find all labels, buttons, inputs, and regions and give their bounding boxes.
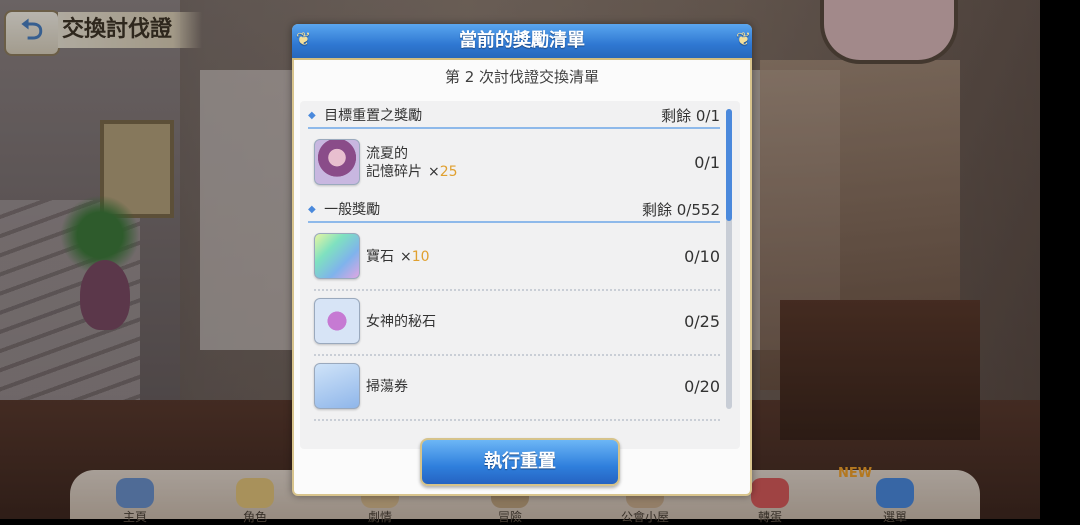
diamond-bullet-icon: ◆ <box>308 110 316 121</box>
reward-list[interactable]: ◆ 目標重置之獎勵 剩餘 0/1 流夏的 記憶碎片 ×25 0/1 ◆ 一般獎勵 … <box>300 101 740 449</box>
dialog-subtitle: 第 2 次討伐證交換清單 <box>444 68 600 86</box>
item-quantity: 10 <box>411 249 430 265</box>
corner-ornament-icon: ❦ <box>296 29 312 50</box>
item-name: 流夏的 記憶碎片 ×25 <box>366 146 458 180</box>
item-count: 0/10 <box>684 247 720 266</box>
list-item: 流夏的 記憶碎片 ×25 0/1 <box>308 135 720 191</box>
item-count: 0/20 <box>684 377 720 396</box>
jewel-icon[interactable] <box>314 233 360 279</box>
reward-list-dialog: ❦ 當前的獎勵清單 ❦ 第 2 次討伐證交換清單 ◆ 目標重置之獎勵 剩餘 0/… <box>292 24 752 496</box>
item-count: 0/25 <box>684 312 720 331</box>
screen-edge <box>1040 0 1080 519</box>
sweep-ticket-icon[interactable] <box>314 363 360 409</box>
item-count: 0/1 <box>694 153 720 172</box>
goddess-stone-icon[interactable] <box>314 298 360 344</box>
execute-reset-button[interactable]: 執行重置 <box>420 438 620 486</box>
item-name: 掃蕩券 <box>366 379 408 395</box>
section-header-reset-reward: ◆ 目標重置之獎勵 剩餘 0/1 <box>308 105 720 129</box>
item-quantity: 25 <box>439 164 458 180</box>
section-header-normal-reward: ◆ 一般獎勵 剩餘 0/552 <box>308 199 720 223</box>
diamond-bullet-icon: ◆ <box>308 204 316 215</box>
row-divider <box>314 419 720 421</box>
item-name: 寶石 × 10 <box>366 249 430 265</box>
list-item: 掃蕩券 0/20 <box>308 359 720 421</box>
scrollbar-thumb[interactable] <box>726 109 732 221</box>
row-divider <box>314 289 720 291</box>
list-item: 女神的秘石 0/25 <box>308 294 720 356</box>
corner-ornament-icon: ❦ <box>736 29 752 50</box>
scrollbar[interactable] <box>726 109 732 409</box>
character-portrait-icon[interactable] <box>314 139 360 185</box>
dialog-header: ❦ 當前的獎勵清單 ❦ <box>292 24 752 60</box>
dialog-title: 當前的獎勵清單 <box>459 30 585 51</box>
item-name: 女神的秘石 <box>366 314 436 330</box>
row-divider <box>314 354 720 356</box>
list-item: 寶石 × 10 0/10 <box>308 229 720 291</box>
remaining-count: 剩餘 0/552 <box>642 201 720 219</box>
remaining-count: 剩餘 0/1 <box>661 107 720 125</box>
